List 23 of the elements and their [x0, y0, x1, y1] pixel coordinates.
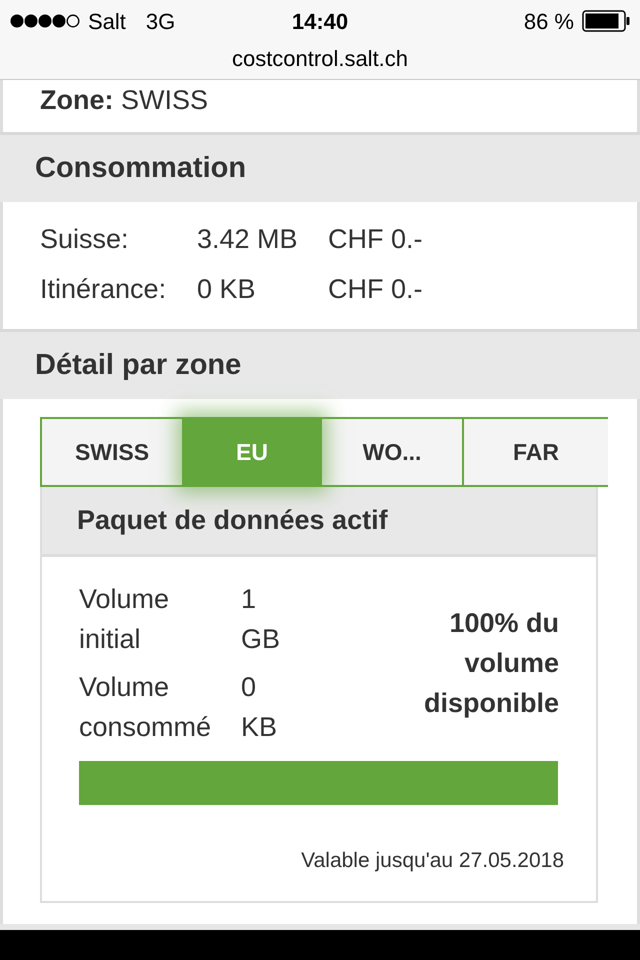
- volume-value: 1 GB: [241, 583, 282, 656]
- battery-percentage: 86 %: [524, 8, 574, 36]
- volume-label: Volume initial: [79, 583, 170, 656]
- consumption-cost: CHF 0.-: [328, 273, 422, 306]
- validity-text: Valable jusqu'au 27.05.2018: [301, 849, 564, 872]
- battery-icon: [582, 10, 630, 32]
- consumption-cost: CHF 0.-: [328, 223, 422, 256]
- volume-value: 0 KB: [241, 671, 278, 744]
- consumption-label: Suisse:: [40, 223, 130, 256]
- clock: 14:40: [290, 8, 350, 36]
- consumption-amount: 3.42 MB: [197, 223, 299, 256]
- package-title: Paquet de données actif: [77, 504, 388, 538]
- zone-text: Zone: SWISS: [40, 84, 210, 117]
- availability-text: 100% du volume disponible: [423, 607, 559, 720]
- carrier-name: Salt: [88, 8, 126, 36]
- volume-label: Volume consommé: [79, 671, 212, 744]
- signal-strength-icon: [10, 13, 80, 29]
- url-text[interactable]: costcontrol.salt.ch: [232, 46, 408, 71]
- network-type: 3G: [146, 8, 176, 36]
- consumption-amount: 0 KB: [197, 273, 257, 306]
- consumption-label: Itinérance:: [40, 273, 168, 306]
- section-title: Détail par zone: [35, 348, 242, 383]
- section-title: Consommation: [35, 150, 246, 186]
